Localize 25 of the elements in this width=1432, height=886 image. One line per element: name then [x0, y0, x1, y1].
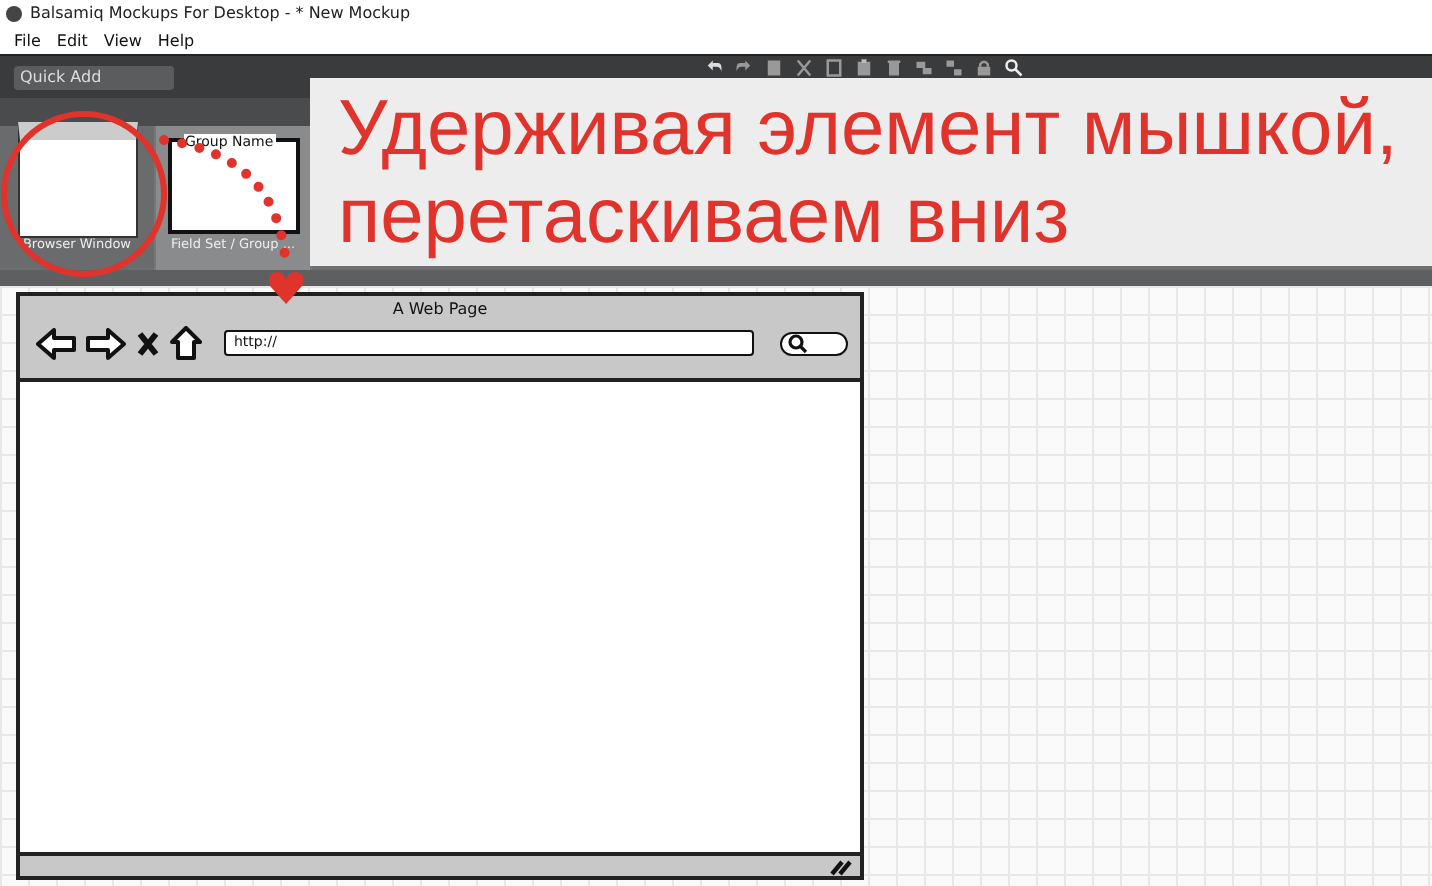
document-icon[interactable]: [824, 58, 844, 78]
search-icon[interactable]: [1004, 58, 1024, 78]
resize-grip-icon: [828, 856, 852, 876]
cut-icon[interactable]: [794, 58, 814, 78]
menu-item[interactable]: File: [14, 31, 41, 49]
close-icon: [136, 329, 160, 357]
caption-text: перетаскиваем вниз: [338, 174, 1070, 262]
home-icon: [170, 326, 202, 360]
browser-thumbnail: [17, 122, 137, 238]
caption-text: Удерживая элемент мышкой,: [338, 86, 1398, 174]
page-title: A Web Page: [390, 298, 490, 318]
app-icon: [6, 5, 22, 21]
menu-item[interactable]: Help: [157, 31, 195, 49]
menu-item[interactable]: View: [103, 31, 142, 49]
quick-add-field[interactable]: Quick Add: [14, 65, 174, 89]
forward-arrow-icon: [86, 327, 126, 359]
fieldset-thumbnail: [167, 138, 299, 234]
back-arrow-icon: [36, 327, 76, 359]
window-title: Balsamiq Mockups For Desktop - * New Mockup: [30, 4, 411, 22]
undo-icon[interactable]: [704, 58, 724, 78]
trash-icon[interactable]: [884, 58, 904, 78]
document-icon[interactable]: [764, 58, 784, 78]
menu-item[interactable]: Edit: [56, 31, 88, 49]
clipboard-icon[interactable]: [854, 58, 874, 78]
lock-icon[interactable]: [974, 58, 994, 78]
